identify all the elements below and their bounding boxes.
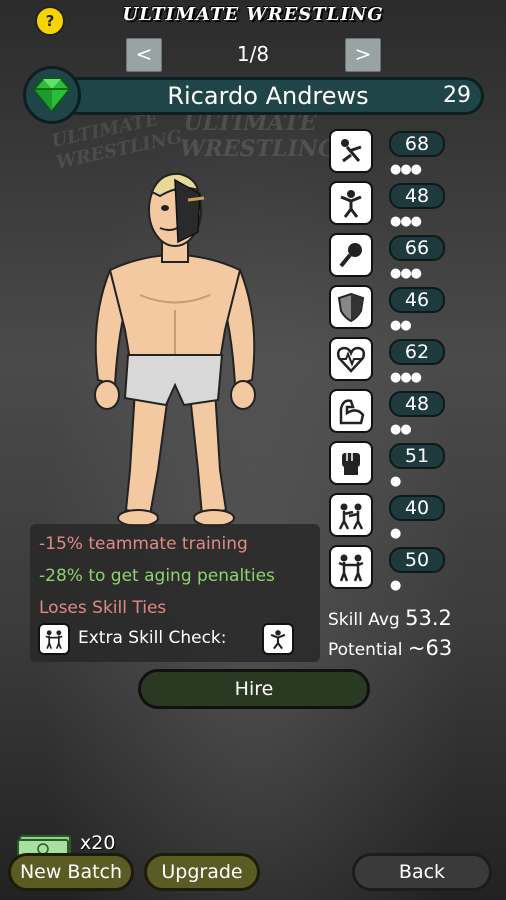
skill-icon-4[interactable]: [329, 285, 373, 329]
skill-dots-7: ●: [390, 474, 401, 489]
gem-icon: [33, 78, 71, 113]
skill-icon-5[interactable]: [329, 337, 373, 381]
microphone-icon: [339, 243, 362, 268]
skill-value-4: 46: [389, 287, 445, 313]
hire-button[interactable]: Hire: [138, 669, 370, 709]
skill-value-6: 48: [389, 391, 445, 417]
page-counter: 1/8: [236, 42, 270, 66]
skill-avg-value: 53.2: [405, 606, 452, 630]
wrestler-name-bar: Ricardo Andrews 29: [60, 77, 484, 115]
fist-icon: [342, 453, 360, 475]
skill-average: Skill Avg 53.2: [328, 606, 452, 630]
wrestler-age: 29: [443, 83, 471, 108]
skill-icon-6[interactable]: [329, 389, 373, 433]
wrestler-name: Ricardo Andrews: [167, 82, 369, 110]
skill-value-3: 66: [389, 235, 445, 261]
extra-skill-check-row: Extra Skill Check:: [38, 622, 318, 658]
skill-dots-9: ●: [390, 578, 401, 593]
potential-value: ~63: [407, 636, 453, 660]
brawling-icon: [338, 503, 364, 530]
tag-team-icon: [45, 630, 63, 649]
skill-value-1: 68: [389, 131, 445, 157]
trait-aging-penalties: -28% to get aging penalties: [39, 566, 275, 586]
new-batch-button[interactable]: New Batch: [8, 853, 134, 891]
skill-icon-1[interactable]: [329, 129, 373, 173]
skill-value-7: 51: [389, 443, 445, 469]
trait-teammate-training: -15% teammate training: [39, 534, 248, 554]
potential-label: Potential: [328, 640, 403, 660]
upgrade-button[interactable]: Upgrade: [144, 853, 260, 891]
skill-dots-1: ●●●: [390, 162, 422, 177]
skill-dots-3: ●●●: [390, 266, 422, 281]
cash-count: x20: [80, 832, 116, 854]
potential: Potential ~63: [328, 636, 452, 660]
skill-dots-8: ●: [390, 526, 401, 541]
skill-dots-2: ●●●: [390, 214, 422, 229]
skill-icon-3[interactable]: [329, 233, 373, 277]
skill-value-2: 48: [389, 183, 445, 209]
trait-loses-skill-ties: Loses Skill Ties: [39, 598, 167, 618]
flexed-arm-icon: [339, 399, 365, 425]
skill-icon-8[interactable]: [329, 493, 373, 537]
back-button[interactable]: Back: [352, 853, 492, 891]
skill-icon-7[interactable]: [329, 441, 373, 485]
skill-avg-label: Skill Avg: [328, 610, 400, 630]
skill-value-5: 62: [389, 339, 445, 365]
extra-skill-check-icon[interactable]: [262, 623, 294, 655]
skill-icon-2[interactable]: [329, 181, 373, 225]
traits-panel: -15% teammate training -28% to get aging…: [30, 524, 320, 662]
skill-dots-6: ●●: [390, 422, 412, 437]
skill-icon-9[interactable]: [329, 545, 373, 589]
extra-skill-check-label: Extra Skill Check:: [78, 628, 227, 648]
prev-wrestler-button[interactable]: <: [126, 38, 162, 72]
heart-pulse-icon: [336, 346, 366, 373]
gem-badge: [23, 66, 81, 124]
next-wrestler-button[interactable]: >: [345, 38, 381, 72]
wrestler-falling-icon: [341, 139, 362, 163]
skill-dots-5: ●●●: [390, 370, 422, 385]
skill-value-9: 50: [389, 547, 445, 573]
extra-skill-trait-icon[interactable]: [38, 623, 70, 655]
shield-icon: [337, 292, 365, 323]
game-title: ULTIMATE WRESTLING: [122, 4, 384, 25]
wrestler-lifting-icon: [270, 630, 286, 650]
wrestler-figure: [94, 172, 256, 527]
skill-value-8: 40: [389, 495, 445, 521]
tag-team-icon: [338, 554, 364, 582]
wrestler-lifting-icon: [340, 190, 362, 218]
skill-dots-4: ●●: [390, 318, 412, 333]
